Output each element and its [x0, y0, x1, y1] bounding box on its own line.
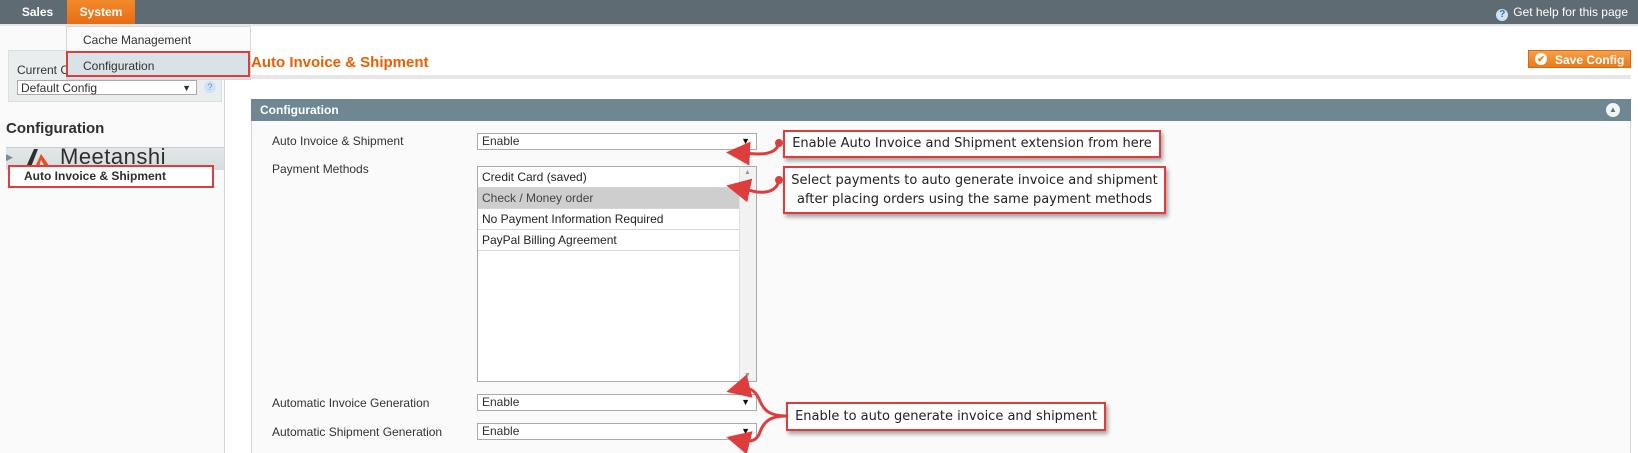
annotation-arrows	[726, 139, 787, 453]
arrow-to-payment-methods	[726, 178, 781, 203]
arrow-to-invoice-generation	[726, 374, 787, 418]
arrow-to-auto-invoice	[726, 141, 781, 166]
arrow-to-shipment-generation	[726, 414, 787, 453]
